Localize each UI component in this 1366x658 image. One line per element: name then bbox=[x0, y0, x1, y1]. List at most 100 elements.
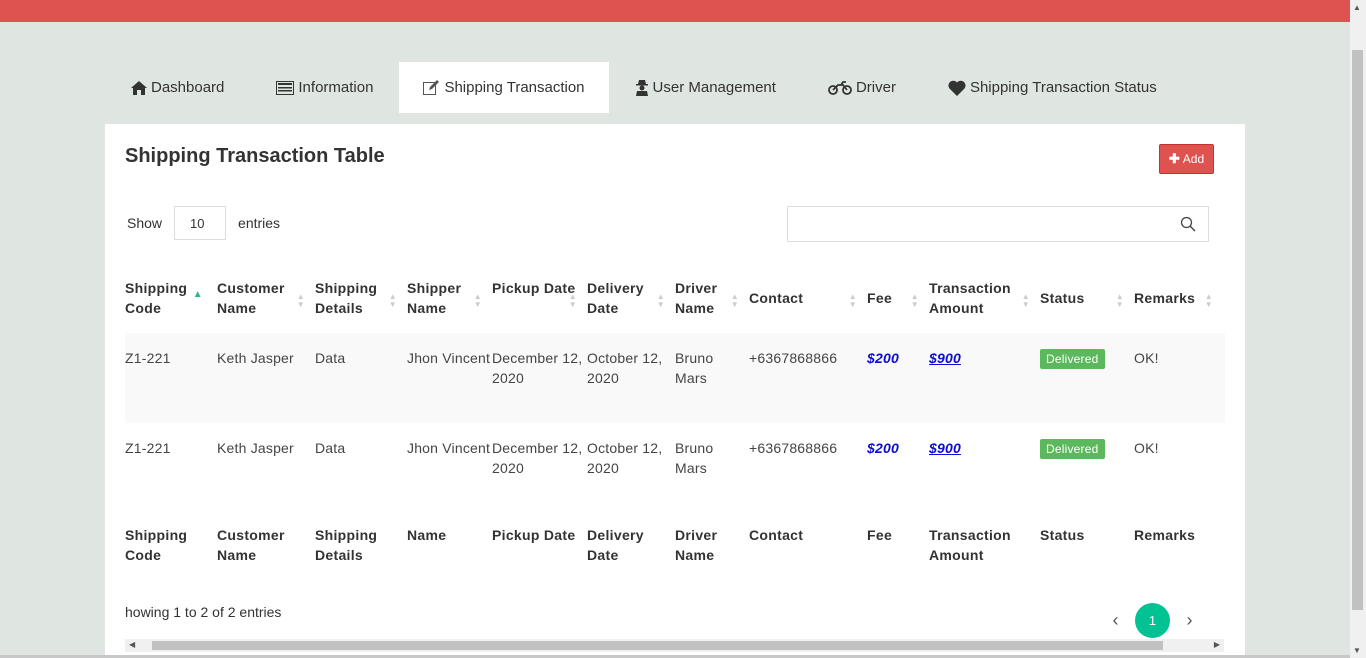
column-header[interactable]: Shipping Details ▲ ▼ bbox=[315, 275, 407, 333]
show-label: Show bbox=[127, 215, 163, 231]
table-row[interactable]: Z1-221 Keth Jasper Data Jhon Vincent Dec… bbox=[125, 333, 1225, 423]
nav-tabs: Dashboard Information Shipping Transacti… bbox=[105, 62, 1183, 113]
footer-header: Name bbox=[407, 527, 447, 543]
sort-icon: ▲ ▼ bbox=[848, 292, 857, 309]
tab-label: Dashboard bbox=[151, 79, 225, 96]
scroll-down-icon[interactable]: ▼ bbox=[1353, 646, 1361, 655]
cell-customer: Keth Jasper bbox=[217, 440, 294, 456]
cell-code: Z1-221 bbox=[125, 350, 171, 366]
scrollbar-thumb[interactable] bbox=[1352, 50, 1363, 610]
table-header-row: Shipping Code ▲ Customer Name ▲ ▼ Shipping … bbox=[125, 275, 1225, 333]
chevron-right-icon[interactable]: › bbox=[1179, 610, 1200, 631]
sort-icon: ▲ ▼ bbox=[910, 292, 919, 309]
table-row[interactable]: Z1-221 Keth Jasper Data Jhon Vincent Dec… bbox=[125, 423, 1225, 513]
scroll-up-icon[interactable]: ▲ bbox=[1353, 3, 1361, 12]
tab-label: Shipping Transaction bbox=[444, 79, 585, 96]
cell-contact: +6367868866 bbox=[749, 440, 838, 456]
cell-driver: Bruno Mars bbox=[675, 440, 714, 476]
cell-remarks: OK! bbox=[1134, 440, 1159, 456]
scroll-right-icon[interactable]: ▶ bbox=[1214, 640, 1220, 649]
add-button[interactable]: ✚ Add bbox=[1159, 144, 1214, 174]
entries-label: entries bbox=[238, 215, 281, 231]
column-header[interactable]: Remarks ▲ ▼ bbox=[1134, 275, 1225, 333]
column-header[interactable]: Driver Name ▲ ▼ bbox=[675, 275, 749, 333]
page-title: Shipping Transaction Table bbox=[125, 145, 385, 167]
footer-header: Driver Name bbox=[675, 527, 718, 563]
cell-driver: Bruno Mars bbox=[675, 350, 714, 386]
column-header[interactable]: Fee ▲ ▼ bbox=[867, 275, 929, 333]
tab-label: User Management bbox=[652, 79, 776, 96]
column-header[interactable]: Transaction Amount ▲ ▼ bbox=[929, 275, 1040, 333]
column-header[interactable]: Status ▲ ▼ bbox=[1040, 275, 1134, 333]
cell-status: Delivered bbox=[1040, 423, 1134, 513]
cell-fee: $200 bbox=[867, 423, 929, 513]
footer-header: Shipping Code bbox=[125, 527, 188, 563]
cell-shipper: Jhon Vincent bbox=[407, 440, 491, 456]
motorcycle-icon bbox=[828, 80, 852, 95]
sort-icon: ▲ ▼ bbox=[1021, 292, 1030, 309]
cell-code: Z1-221 bbox=[125, 440, 171, 456]
vertical-scrollbar[interactable]: ▲ ▼ bbox=[1350, 0, 1366, 658]
search-input[interactable] bbox=[787, 206, 1209, 242]
table-info: howing 1 to 2 of 2 entries bbox=[125, 604, 282, 620]
column-header[interactable]: Shipping Code ▲ bbox=[125, 275, 217, 333]
sort-icon: ▲ ▼ bbox=[1204, 292, 1213, 309]
cell-pickup: December 12, 2020 bbox=[492, 350, 583, 386]
list-icon bbox=[276, 80, 295, 95]
edit-icon bbox=[423, 80, 440, 95]
cell-amount: $900 bbox=[929, 423, 1040, 513]
sort-icon: ▲ ▼ bbox=[656, 292, 665, 309]
shipping-transaction-table: Shipping Code ▲ Customer Name ▲ ▼ Shipping … bbox=[125, 275, 1225, 595]
cell-pickup: December 12, 2020 bbox=[492, 440, 583, 476]
user-secret-icon bbox=[635, 79, 648, 96]
tab-shipping-transaction[interactable]: Shipping Transaction bbox=[399, 62, 609, 113]
status-badge: Delivered bbox=[1040, 439, 1105, 459]
page-length-control: Show 10 entries bbox=[127, 206, 280, 240]
sort-icon: ▲ ▼ bbox=[473, 292, 482, 309]
sort-icon: ▲ ▼ bbox=[568, 292, 577, 309]
page-length-select[interactable]: 10 bbox=[174, 206, 227, 240]
transaction-amount-link[interactable]: $900 bbox=[929, 440, 961, 456]
add-button-label: Add bbox=[1182, 152, 1205, 166]
tab-user-management[interactable]: User Management bbox=[609, 62, 802, 113]
transaction-amount-link[interactable]: $900 bbox=[929, 350, 961, 366]
sort-icon: ▲ ▼ bbox=[1115, 292, 1124, 309]
cell-shipper: Jhon Vincent bbox=[407, 350, 491, 366]
footer-header: Shipping Details bbox=[315, 527, 378, 563]
column-header[interactable]: Pickup Date ▲ ▼ bbox=[492, 275, 587, 333]
footer-header: Remarks bbox=[1134, 527, 1196, 543]
cell-customer: Keth Jasper bbox=[217, 350, 294, 366]
cell-details: Data bbox=[315, 350, 346, 366]
cell-delivery: October 12, 2020 bbox=[587, 440, 663, 476]
cell-delivery: October 12, 2020 bbox=[587, 350, 663, 386]
tab-dashboard[interactable]: Dashboard bbox=[105, 62, 250, 113]
fee-value: $200 bbox=[867, 440, 899, 456]
chevron-left-icon[interactable]: ‹ bbox=[1105, 610, 1126, 631]
tab-information[interactable]: Information bbox=[250, 62, 399, 113]
tab-driver[interactable]: Driver bbox=[802, 62, 922, 113]
sort-icon: ▲ ▼ bbox=[388, 292, 397, 309]
scrollbar-thumb[interactable] bbox=[152, 641, 1163, 650]
cell-remarks: OK! bbox=[1134, 350, 1159, 366]
page-button[interactable]: 1 bbox=[1135, 603, 1170, 638]
column-header[interactable]: Delivery Date ▲ ▼ bbox=[587, 275, 675, 333]
cell-fee: $200 bbox=[867, 333, 929, 423]
sort-icon: ▲ ▼ bbox=[730, 292, 739, 309]
column-header[interactable]: Customer Name ▲ ▼ bbox=[217, 275, 315, 333]
footer-header: Delivery Date bbox=[587, 527, 644, 563]
cell-status: Delivered bbox=[1040, 333, 1134, 423]
horizontal-scrollbar[interactable]: ◀ ▶ bbox=[125, 639, 1224, 652]
cell-amount: $900 bbox=[929, 333, 1040, 423]
footer-header: Contact bbox=[749, 527, 804, 543]
scroll-left-icon[interactable]: ◀ bbox=[129, 640, 135, 649]
heart-icon bbox=[948, 80, 966, 96]
footer-header: Fee bbox=[867, 527, 893, 543]
search-icon bbox=[1180, 216, 1196, 232]
footer-header: Customer Name bbox=[217, 527, 285, 563]
column-header[interactable]: Shipper Name ▲ ▼ bbox=[407, 275, 492, 333]
footer-header: Pickup Date bbox=[492, 527, 576, 543]
column-header[interactable]: Contact ▲ ▼ bbox=[749, 275, 867, 333]
plus-icon: ✚ bbox=[1168, 151, 1180, 166]
pagination: ‹ 1 › bbox=[1105, 603, 1200, 638]
tab-shipping-transaction-status[interactable]: Shipping Transaction Status bbox=[922, 62, 1183, 113]
